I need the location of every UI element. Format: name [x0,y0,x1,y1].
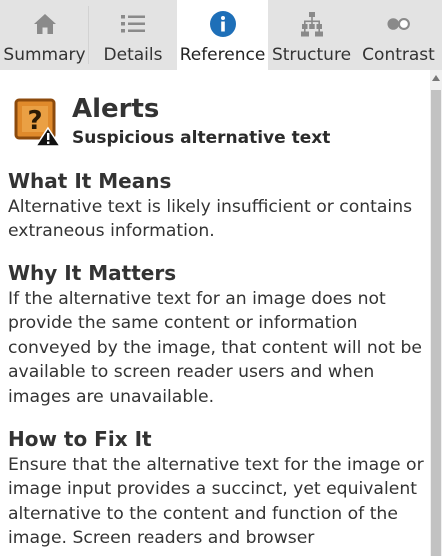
vertical-scrollbar[interactable] [430,70,442,556]
alert-question-icon: ? [14,98,62,148]
scroll-up-arrow-icon[interactable] [430,70,442,86]
tab-summary[interactable]: Summary [0,0,89,70]
section-heading: What It Means [8,169,172,193]
alert-title: Suspicious alternative text [72,128,331,148]
section-body: Alternative text is likely insufficient … [8,197,413,242]
tab-details[interactable]: Details [89,0,177,70]
list-icon [119,10,147,38]
tab-structure[interactable]: Structure [268,0,355,70]
tab-summary-label: Summary [3,45,86,65]
tab-structure-label: Structure [271,45,352,65]
section-why-it-matters: Why It Matters If the alternative text f… [8,260,426,409]
hierarchy-icon [298,10,326,38]
section-heading: How to Fix It [8,427,152,451]
tab-reference-label: Reference [179,45,266,65]
section-heading: Why It Matters [8,261,177,285]
alert-category: Alerts [72,94,160,124]
tab-contrast[interactable]: Contrast [355,0,442,70]
tab-reference[interactable]: Reference [177,0,268,70]
reference-panel: ? Alerts Suspicious alternative text Wha… [0,70,430,556]
home-icon [31,10,59,38]
info-icon [209,10,237,38]
section-body: If the alternative text for an image doe… [8,289,422,407]
section-what-it-means: What It Means Alternative text is likely… [8,168,426,244]
svg-text:?: ? [27,106,42,136]
tab-details-label: Details [103,45,163,65]
section-body: Ensure that the alternative text for the… [8,455,424,549]
section-how-to-fix-it: How to Fix It Ensure that the alternativ… [8,426,426,551]
scrollbar-thumb[interactable] [431,90,441,556]
tab-bar: Summary Details Reference Structure Cont… [0,0,442,70]
reference-header: ? Alerts Suspicious alternative text [14,94,424,154]
tab-contrast-label: Contrast [362,45,435,65]
contrast-toggle-icon [385,10,413,38]
